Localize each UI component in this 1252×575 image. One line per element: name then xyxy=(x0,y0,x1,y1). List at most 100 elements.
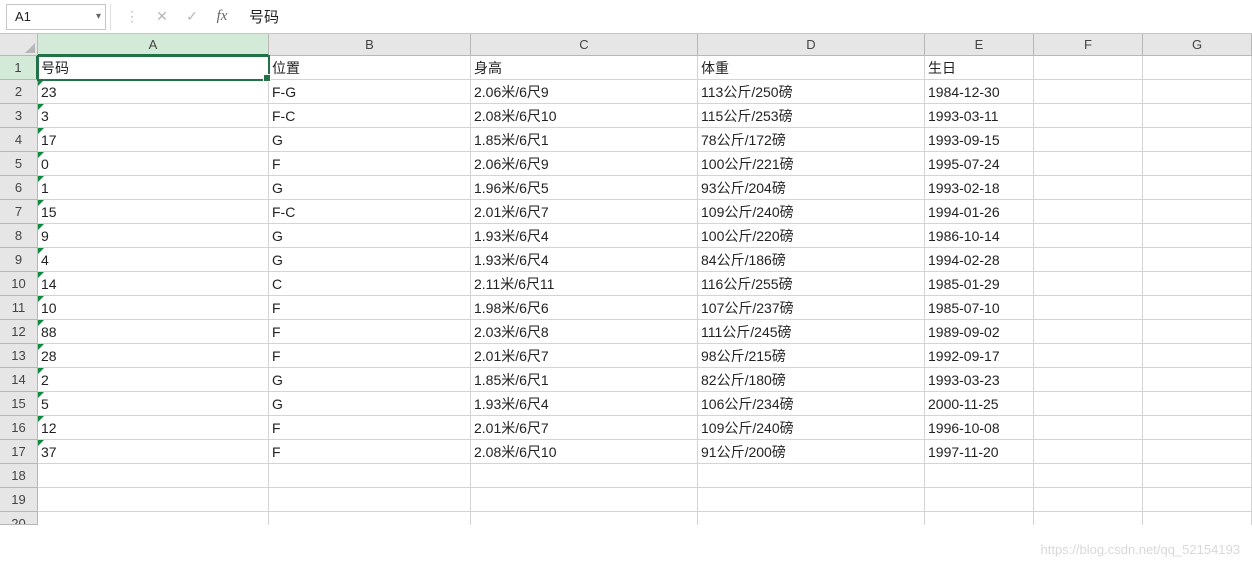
cell[interactable]: 88 xyxy=(38,320,269,344)
cell[interactable]: 1.85米/6尺1 xyxy=(471,368,698,392)
cell[interactable]: 106公斤/234磅 xyxy=(698,392,925,416)
cell[interactable]: 1997-11-20 xyxy=(925,440,1034,464)
cell[interactable]: G xyxy=(269,128,471,152)
cell[interactable] xyxy=(269,512,471,525)
cell[interactable]: 1994-01-26 xyxy=(925,200,1034,224)
cells-area[interactable]: 号码位置身高体重生日23F-G2.06米/6尺9113公斤/250磅1984-1… xyxy=(38,56,1252,525)
cell[interactable]: 9 xyxy=(38,224,269,248)
cell[interactable] xyxy=(1143,224,1252,248)
row-header[interactable]: 16 xyxy=(0,416,38,440)
cell[interactable]: 2.03米/6尺8 xyxy=(471,320,698,344)
cell[interactable]: F-C xyxy=(269,104,471,128)
column-header[interactable]: F xyxy=(1034,34,1143,56)
row-header[interactable]: 4 xyxy=(0,128,38,152)
cell[interactable]: 身高 xyxy=(471,56,698,80)
cell[interactable]: 116公斤/255磅 xyxy=(698,272,925,296)
fx-icon[interactable]: fx xyxy=(207,3,237,31)
cell[interactable]: 93公斤/204磅 xyxy=(698,176,925,200)
cell[interactable] xyxy=(1034,416,1143,440)
row-header[interactable]: 19 xyxy=(0,488,38,512)
cell[interactable] xyxy=(1034,248,1143,272)
cell[interactable] xyxy=(1143,104,1252,128)
cell[interactable]: 位置 xyxy=(269,56,471,80)
cell[interactable] xyxy=(471,488,698,512)
row-header[interactable]: 5 xyxy=(0,152,38,176)
cell[interactable] xyxy=(1143,368,1252,392)
cell[interactable]: 109公斤/240磅 xyxy=(698,200,925,224)
cell[interactable] xyxy=(1143,464,1252,488)
cell[interactable]: 2.01米/6尺7 xyxy=(471,416,698,440)
cell[interactable]: 113公斤/250磅 xyxy=(698,80,925,104)
cell[interactable] xyxy=(1034,464,1143,488)
cell[interactable] xyxy=(1034,368,1143,392)
cell[interactable]: 1.93米/6尺4 xyxy=(471,248,698,272)
cell[interactable] xyxy=(698,464,925,488)
cell[interactable]: 12 xyxy=(38,416,269,440)
row-header[interactable]: 11 xyxy=(0,296,38,320)
cell[interactable] xyxy=(1034,152,1143,176)
row-header[interactable]: 10 xyxy=(0,272,38,296)
cell[interactable]: G xyxy=(269,248,471,272)
cell[interactable]: 1993-03-23 xyxy=(925,368,1034,392)
row-header[interactable]: 6 xyxy=(0,176,38,200)
cell[interactable]: 100公斤/220磅 xyxy=(698,224,925,248)
cell[interactable] xyxy=(1034,128,1143,152)
column-header[interactable]: G xyxy=(1143,34,1252,56)
cell[interactable]: 2.01米/6尺7 xyxy=(471,344,698,368)
cell[interactable] xyxy=(1143,200,1252,224)
cell[interactable]: 23 xyxy=(38,80,269,104)
cell[interactable] xyxy=(698,488,925,512)
name-box[interactable]: A1 ▾ xyxy=(6,4,106,30)
cell[interactable] xyxy=(1143,320,1252,344)
cell[interactable] xyxy=(471,512,698,525)
row-header[interactable]: 17 xyxy=(0,440,38,464)
cell[interactable] xyxy=(1034,392,1143,416)
cell[interactable]: F xyxy=(269,344,471,368)
row-header[interactable]: 8 xyxy=(0,224,38,248)
cell[interactable]: 15 xyxy=(38,200,269,224)
formula-input[interactable] xyxy=(237,3,1252,31)
cell[interactable]: 10 xyxy=(38,296,269,320)
cell[interactable]: 100公斤/221磅 xyxy=(698,152,925,176)
cell[interactable] xyxy=(1143,512,1252,525)
cell[interactable]: G xyxy=(269,392,471,416)
cell[interactable] xyxy=(38,488,269,512)
cell[interactable]: F-G xyxy=(269,80,471,104)
cell[interactable]: G xyxy=(269,224,471,248)
cell[interactable] xyxy=(1034,176,1143,200)
cell[interactable]: 1984-12-30 xyxy=(925,80,1034,104)
cell[interactable] xyxy=(925,488,1034,512)
cell[interactable] xyxy=(269,488,471,512)
cell[interactable] xyxy=(1034,200,1143,224)
cell[interactable] xyxy=(1143,176,1252,200)
cell[interactable]: F xyxy=(269,416,471,440)
cell[interactable] xyxy=(1034,320,1143,344)
cell[interactable]: F xyxy=(269,152,471,176)
cell[interactable] xyxy=(1143,128,1252,152)
cell[interactable]: F xyxy=(269,296,471,320)
cell[interactable]: 1 xyxy=(38,176,269,200)
cell[interactable] xyxy=(1034,224,1143,248)
cell[interactable]: 14 xyxy=(38,272,269,296)
cell[interactable] xyxy=(698,512,925,525)
cell[interactable] xyxy=(1143,296,1252,320)
cell[interactable] xyxy=(1034,80,1143,104)
row-header[interactable]: 2 xyxy=(0,80,38,104)
cell[interactable]: F xyxy=(269,440,471,464)
cell[interactable]: C xyxy=(269,272,471,296)
cell[interactable]: 2.01米/6尺7 xyxy=(471,200,698,224)
select-all-corner[interactable] xyxy=(0,34,38,56)
cell[interactable] xyxy=(1143,488,1252,512)
cell[interactable] xyxy=(1143,416,1252,440)
cell[interactable]: 1.93米/6尺4 xyxy=(471,392,698,416)
cell[interactable]: 78公斤/172磅 xyxy=(698,128,925,152)
cell[interactable]: 1993-09-15 xyxy=(925,128,1034,152)
cell[interactable]: 91公斤/200磅 xyxy=(698,440,925,464)
row-header[interactable]: 3 xyxy=(0,104,38,128)
cell[interactable] xyxy=(471,464,698,488)
cell[interactable]: 109公斤/240磅 xyxy=(698,416,925,440)
cell[interactable] xyxy=(1034,56,1143,80)
row-header[interactable]: 20 xyxy=(0,512,38,525)
cell[interactable] xyxy=(1034,296,1143,320)
cell[interactable]: 号码 xyxy=(38,56,269,80)
